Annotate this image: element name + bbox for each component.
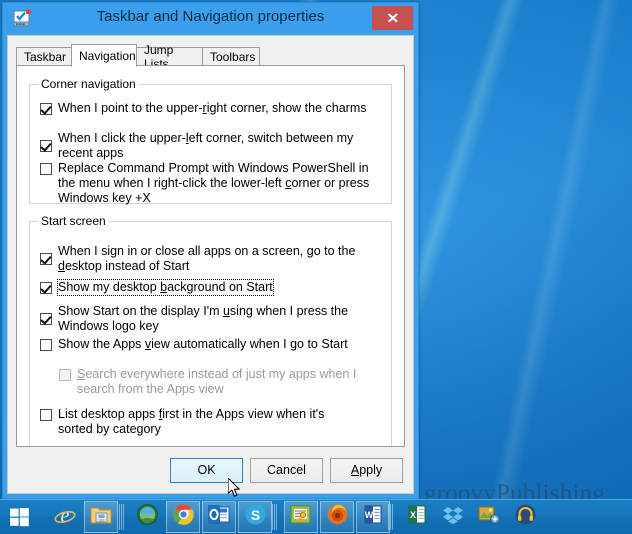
taskbar-skype-icon[interactable]: S — [238, 501, 272, 533]
checkbox-label: Replace Command Prompt with Windows Powe… — [58, 161, 370, 205]
checkbox-label: Show Start on the display I'm using when… — [58, 304, 349, 333]
checkbox-row[interactable]: When I sign in or close all apps on a sc… — [40, 244, 361, 274]
checkbox-label: List desktop apps first in the Apps view… — [58, 407, 325, 436]
tab-taskbar[interactable]: Taskbar — [16, 47, 72, 66]
tab-label: Navigation — [79, 48, 136, 63]
tab-toolbars[interactable]: Toolbars — [202, 47, 260, 66]
dialog-title-bar[interactable]: Taskbar and Navigation properties ✕ — [3, 3, 418, 35]
taskbar-separator — [390, 504, 391, 530]
checkbox-label: When I sign in or close all apps on a sc… — [58, 244, 356, 273]
firefox-icon — [327, 504, 348, 530]
tab-strip: Taskbar Navigation Jump Lists Toolbars — [16, 43, 405, 71]
notepad-icon — [290, 505, 312, 530]
checkbox-label: Search everywhere instead of just my app… — [77, 367, 357, 396]
button-label: OK — [197, 463, 216, 477]
start-screen-group-title: Start screen — [38, 214, 109, 228]
taskbar-separator — [121, 504, 122, 530]
internet-explorer-icon: e — [54, 504, 76, 531]
checkbox-label: When I point to the upper-right corner, … — [58, 101, 367, 115]
cancel-button[interactable]: Cancel — [250, 458, 323, 483]
image-editor-icon — [478, 505, 500, 530]
taskbar-separator — [388, 504, 389, 530]
taskbar-internet-explorer-icon[interactable]: e — [48, 501, 82, 533]
checkbox-label: When I click the upper-left corner, swit… — [58, 131, 354, 160]
checkbox-row[interactable]: Show the Apps view automatically when I … — [40, 337, 383, 352]
button-label: Apply — [350, 463, 383, 477]
taskbar-separator — [392, 504, 393, 530]
apply-button[interactable]: Apply — [330, 458, 403, 483]
file-explorer-icon — [90, 505, 112, 530]
dialog-button-bar: OK Cancel Apply — [163, 458, 403, 483]
checkbox-label: Show my desktop background on Start — [57, 279, 274, 296]
taskbar-google-chrome-icon[interactable] — [166, 501, 200, 533]
svg-text:S: S — [250, 507, 259, 523]
checkbox-row[interactable]: When I point to the upper-right corner, … — [40, 101, 383, 116]
corner-navigation-group-title: Corner navigation — [38, 77, 139, 91]
excel-icon: X — [406, 505, 428, 530]
start-button[interactable] — [2, 501, 36, 533]
tab-jump-lists[interactable]: Jump Lists — [136, 43, 203, 71]
checkbox-corner-0[interactable] — [40, 102, 52, 115]
checkbox-start-1[interactable] — [40, 281, 52, 294]
corner-navigation-group: Corner navigation When I point to the up… — [29, 77, 392, 206]
checkbox-start-5[interactable] — [40, 409, 52, 421]
outlook-icon — [208, 504, 230, 530]
taskbar-separator — [272, 504, 273, 530]
button-label: Cancel — [267, 463, 306, 477]
taskbar-separator — [276, 504, 277, 530]
tab-navigation[interactable]: Navigation — [71, 44, 137, 67]
windows-taskbar: eSWX — [0, 499, 632, 534]
word-icon: W — [362, 505, 384, 530]
taskbar-file-explorer-icon[interactable] — [84, 501, 118, 533]
close-button[interactable]: ✕ — [372, 6, 413, 30]
taskbar-navigation-properties-dialog: Taskbar and Navigation properties ✕ Task… — [2, 2, 419, 499]
taskbar-image-editor-icon[interactable] — [472, 501, 506, 533]
taskbar-word-icon[interactable]: W — [356, 501, 390, 533]
taskbar-separator — [123, 504, 124, 530]
svg-text:W: W — [365, 510, 374, 520]
dropbox-icon — [442, 505, 464, 530]
tab-label: Toolbars — [210, 50, 256, 64]
dialog-title: Taskbar and Navigation properties — [96, 8, 325, 25]
headphones-icon — [515, 504, 536, 530]
skype-icon: S — [245, 504, 266, 530]
checkbox-row[interactable]: Show my desktop background on Start — [40, 279, 383, 296]
media-center-icon — [136, 504, 158, 530]
tab-label: Taskbar — [24, 50, 67, 64]
checkbox-row[interactable]: Search everywhere instead of just my app… — [59, 367, 371, 397]
taskbar-separator — [119, 504, 120, 530]
checkbox-start-3[interactable] — [40, 338, 52, 351]
svg-text:X: X — [410, 510, 416, 520]
taskbar-headphones-icon[interactable] — [508, 501, 542, 533]
checkbox-row[interactable]: When I click the upper-left corner, swit… — [40, 131, 383, 161]
taskbar-excel-icon[interactable]: X — [400, 501, 434, 533]
close-icon: ✕ — [386, 10, 399, 26]
windows-logo-icon — [9, 507, 29, 526]
dialog-body: Taskbar Navigation Jump Lists Toolbars Corn… — [7, 35, 414, 494]
mouse-cursor — [228, 478, 240, 497]
checkbox-corner-1[interactable] — [40, 140, 52, 152]
google-chrome-icon — [172, 504, 194, 530]
checkbox-start-0[interactable] — [40, 253, 52, 265]
checkbox-start-2[interactable] — [40, 313, 52, 325]
taskbar-outlook-icon[interactable] — [202, 501, 236, 533]
start-screen-group: Start screen When I sign in or close all… — [29, 214, 392, 446]
checkbox-start-4 — [59, 369, 71, 381]
checkbox-label: Show the Apps view automatically when I … — [58, 337, 348, 351]
taskbar-dropbox-icon[interactable] — [436, 501, 470, 533]
taskbar-media-center-icon[interactable] — [130, 501, 164, 533]
taskbar-notepad-icon[interactable] — [284, 501, 318, 533]
checkbox-corner-2[interactable] — [40, 163, 52, 175]
taskbar-firefox-icon[interactable] — [320, 501, 354, 533]
navigation-tab-panel: Corner navigation When I point to the up… — [16, 65, 405, 447]
checkbox-row[interactable]: List desktop apps first in the Apps view… — [40, 407, 361, 437]
taskbar-separator — [274, 504, 275, 530]
checkbox-row[interactable]: Show Start on the display I'm using when… — [40, 304, 383, 334]
checkbox-row[interactable]: Replace Command Prompt with Windows Powe… — [40, 161, 377, 206]
